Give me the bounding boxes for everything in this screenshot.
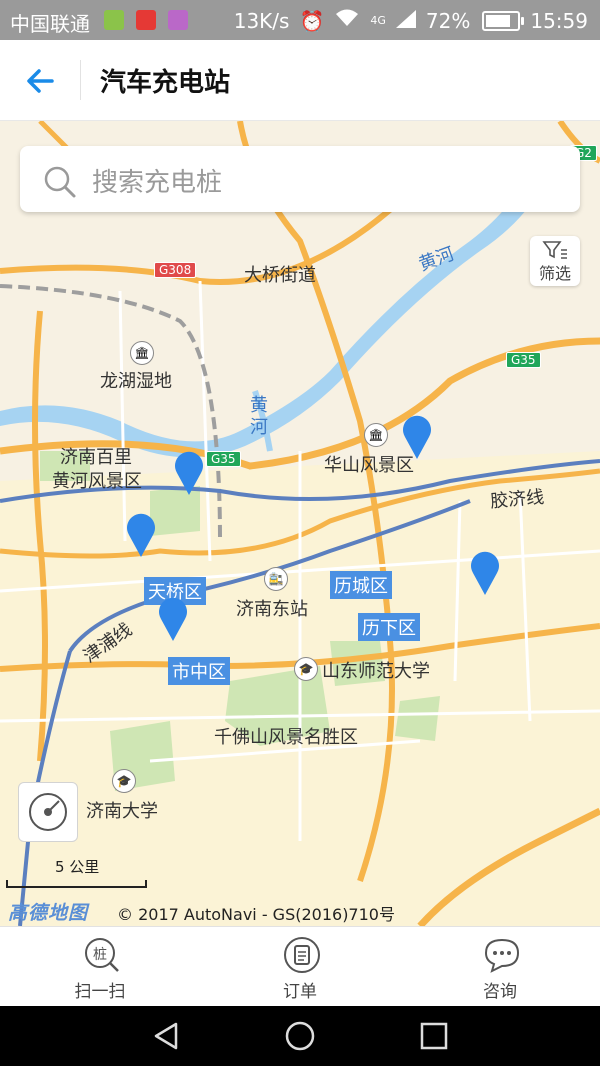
district-lixia: 历下区 — [358, 613, 420, 641]
map-label-ujn: 济南大学 — [86, 801, 158, 822]
search-icon — [44, 166, 76, 198]
nav-home-icon[interactable] — [284, 1020, 316, 1052]
map-copyright: © 2017 AutoNavi - GS(2016)710号 — [117, 905, 395, 924]
locate-button[interactable] — [18, 782, 78, 842]
page-title: 汽车充电站 — [100, 68, 231, 98]
scan-icon-text: 桩 — [93, 946, 107, 963]
map-label-huashan: 华山风景区 — [324, 455, 414, 476]
map-label-huanghe-river: 黄 河 — [250, 395, 268, 438]
alarm-icon: ⏰ — [299, 8, 325, 33]
back-arrow-icon — [27, 69, 54, 93]
back-button[interactable] — [22, 62, 60, 100]
poi-landmark-icon: 🏛 — [130, 341, 154, 365]
signal-icon — [395, 9, 416, 33]
map-label-jinan-baili: 济南百里 — [60, 447, 132, 468]
map-label-qianfo: 千佛山风景名胜区 — [214, 727, 358, 748]
filter-button[interactable]: 筛选 — [530, 236, 580, 286]
news-notification-icon — [136, 10, 156, 30]
compass-icon — [29, 793, 67, 831]
map-label-longhu: 龙湖湿地 — [100, 371, 172, 392]
tab-consult-label: 咨询 — [483, 982, 517, 1002]
poi-landmark-icon: 🏛 — [364, 423, 388, 447]
school-icon: 🎓 — [294, 657, 318, 681]
map-scale-label: 5 公里 — [55, 858, 100, 876]
charging-station-pin[interactable] — [402, 415, 432, 459]
map-label-jiaoji-line: 胶济线 — [489, 486, 545, 513]
map-label-daqiao: 大桥街道 — [244, 265, 316, 286]
map-view[interactable]: G308 G35 G35 G2 大桥街道 黄河 黄 河 龙湖湿地 济南百里 黄河… — [0, 121, 600, 926]
carrier-name: 中国联通 — [10, 12, 90, 36]
chat-bubble-icon — [484, 938, 520, 973]
tab-consult[interactable]: 咨询 — [400, 927, 600, 1007]
tab-orders-label: 订单 — [283, 982, 317, 1002]
charging-station-pin[interactable] — [158, 597, 188, 641]
station-icon: 🚉 — [264, 567, 288, 591]
charging-station-pin[interactable] — [470, 551, 500, 595]
clipboard-icon — [284, 937, 320, 973]
clock: 15:59 — [530, 8, 588, 33]
nav-back-icon[interactable] — [150, 1020, 182, 1052]
wifi-icon — [334, 8, 360, 33]
map-label-sdnu: 山东师范大学 — [322, 661, 430, 682]
status-bar: 中国联通 13K/s ⏰ 4G 72% 15:59 — [0, 0, 600, 40]
district-licheng: 历城区 — [330, 571, 392, 599]
charging-station-pin[interactable] — [174, 451, 204, 495]
app-header: 汽车充电站 — [0, 40, 600, 121]
search-placeholder: 搜索充电桩 — [92, 168, 223, 198]
bottom-tab-bar: 桩 扫一扫 订单 咨询 — [0, 926, 600, 1007]
scan-pile-icon: 桩 — [85, 938, 119, 972]
battery-icon — [482, 10, 525, 31]
gallery-notification-icon — [168, 10, 188, 30]
map-label-jinan-baili-2: 黄河风景区 — [52, 471, 142, 492]
status-right: 13K/s ⏰ 4G 72% 15:59 — [234, 8, 588, 33]
tab-scan[interactable]: 桩 扫一扫 — [0, 927, 200, 1007]
app-notification-icon — [104, 10, 124, 30]
nav-recents-icon[interactable] — [418, 1020, 450, 1052]
network-speed: 13K/s — [233, 8, 290, 33]
filter-icon — [542, 241, 567, 259]
filter-label: 筛选 — [538, 264, 571, 283]
tab-scan-label: 扫一扫 — [74, 982, 126, 1002]
map-scale-bar — [6, 880, 147, 888]
road-shield-g308: G308 — [154, 262, 197, 278]
network-type: 4G — [370, 14, 386, 27]
battery-percent: 72% — [425, 8, 471, 33]
school-icon: 🎓 — [112, 769, 136, 793]
amap-logo: 高德地图 — [8, 902, 89, 924]
header-divider — [80, 60, 81, 100]
system-nav-bar — [0, 1006, 600, 1066]
search-input[interactable]: 搜索充电桩 — [20, 146, 580, 212]
tab-orders[interactable]: 订单 — [200, 927, 400, 1007]
map-label-jinan-east-station: 济南东站 — [236, 599, 308, 620]
charging-station-pin[interactable] — [126, 513, 156, 557]
road-shield-g35-west: G35 — [206, 451, 241, 467]
road-shield-g35-east: G35 — [506, 352, 541, 368]
district-shizhong: 市中区 — [168, 657, 230, 685]
